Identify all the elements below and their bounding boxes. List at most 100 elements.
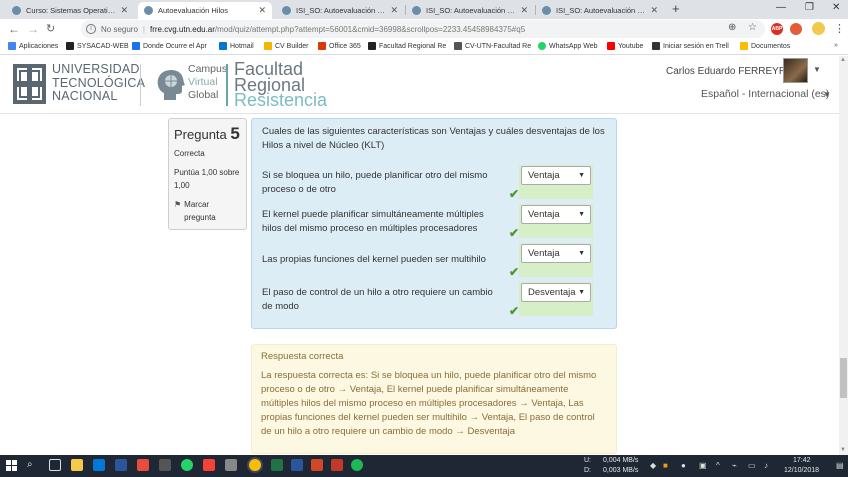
bookmark-donde-ocurre[interactable]: Donde Ocurre el Apr <box>132 42 207 50</box>
bookmark-cv-builder[interactable]: CV Builder <box>264 42 308 50</box>
bookmark-trello[interactable]: Iniciar sesión en Trell <box>652 42 729 50</box>
tray-app-icon[interactable]: ▣ <box>699 461 707 470</box>
correct-check-icon: ✔ <box>509 265 520 279</box>
language-caret-icon[interactable]: ▼ <box>823 90 831 99</box>
maximize-icon[interactable]: ❐ <box>805 2 814 13</box>
volume-icon[interactable]: ♪ <box>764 461 768 470</box>
bookmark-cv-utn[interactable]: CV-UTN-Facultad Re <box>454 42 531 50</box>
clock-date[interactable]: 12/10/2018 <box>784 467 819 474</box>
close-tab-icon[interactable]: ✕ <box>120 5 128 16</box>
correct-check-icon: ✔ <box>509 226 520 240</box>
minimize-icon[interactable]: — <box>776 2 786 13</box>
bookmark-favicon-icon <box>454 42 462 50</box>
utn-logo-icon[interactable] <box>13 64 46 104</box>
store-icon[interactable] <box>115 459 127 471</box>
show-hidden-icons-icon[interactable]: ^ <box>716 461 720 470</box>
app-icon[interactable] <box>137 459 149 471</box>
edge-icon[interactable] <box>93 459 105 471</box>
clock-time[interactable]: 17:42 <box>793 457 811 464</box>
bookmark-favicon-icon <box>132 42 140 50</box>
security-label: No seguro <box>101 24 138 34</box>
whatsapp-icon[interactable] <box>181 459 193 471</box>
answer-select[interactable]: Ventaja ▼ <box>521 205 591 224</box>
extension-icon[interactable] <box>790 23 802 35</box>
tray-app-icon[interactable]: ● <box>681 461 686 470</box>
user-avatar[interactable] <box>783 58 808 83</box>
bookmark-aplicaciones[interactable]: Aplicaciones <box>8 42 58 50</box>
browser-toolbar: ← → ↻ i No seguro | frre.cvg.utn.edu.ar /… <box>0 19 848 39</box>
tab-autoevaluacion-hilos[interactable]: Autoevaluación Hilos ✕ <box>138 2 272 19</box>
flag-icon[interactable]: ⚑ <box>174 198 181 224</box>
chrome-icon[interactable] <box>249 459 261 471</box>
scroll-up-icon[interactable]: ▲ <box>840 57 846 63</box>
answer-select[interactable]: Ventaja ▼ <box>521 166 591 185</box>
net-down-speed: 0,003 MB/s <box>603 467 639 474</box>
bookmark-office365[interactable]: Office 365 <box>318 42 361 50</box>
profile-icon[interactable] <box>812 22 825 35</box>
bookmark-facultad-regional[interactable]: Facultad Regional Re <box>368 42 446 50</box>
app-icon[interactable] <box>225 459 237 471</box>
user-name[interactable]: Carlos Eduardo FERREYRA <box>666 66 793 77</box>
zoom-icon[interactable]: ⊕ <box>728 22 736 33</box>
back-arrow-icon[interactable]: ← <box>8 22 20 36</box>
word-icon[interactable] <box>291 459 303 471</box>
close-tab-icon[interactable]: ✕ <box>390 5 398 16</box>
tab-label: ISI_SO: Autoevaluación 2 de Mem <box>426 6 516 15</box>
match-statement: El kernel puede planificar simultáneamen… <box>262 209 484 234</box>
adblock-icon[interactable]: ABP <box>771 23 783 35</box>
task-view-icon[interactable] <box>49 459 61 471</box>
bookmark-star-icon[interactable]: ☆ <box>748 22 757 33</box>
tab-autoevaluacion-3[interactable]: ISI_SO: Autoevaluación 3 de Adm ✕ <box>536 2 664 19</box>
bookmark-documentos[interactable]: Documentos <box>740 42 790 50</box>
reload-icon[interactable]: ↻ <box>46 22 55 35</box>
powerpoint-icon[interactable] <box>311 459 323 471</box>
notifications-icon[interactable]: ▤ <box>836 461 844 470</box>
campus-virtual-logo: Campus Virtual Global <box>188 63 228 101</box>
search-icon[interactable]: ⌕ <box>27 459 33 470</box>
tray-app-icon[interactable]: ■ <box>663 461 668 470</box>
moodle-favicon-icon <box>12 6 21 15</box>
scroll-down-icon[interactable]: ▼ <box>840 447 846 453</box>
bookmark-youtube[interactable]: Youtube <box>607 42 643 50</box>
info-icon[interactable]: i <box>86 24 96 34</box>
user-menu-caret-icon[interactable]: ▼ <box>813 65 821 74</box>
apps-grid-icon <box>8 42 16 50</box>
pdf-icon[interactable] <box>331 459 343 471</box>
whatsapp-icon <box>538 42 546 50</box>
new-tab-icon[interactable]: + <box>672 1 680 16</box>
app-icon[interactable] <box>159 459 171 471</box>
language-selector[interactable]: Español - Internacional (es) <box>701 88 829 100</box>
windows-start-icon[interactable] <box>6 460 17 471</box>
windows-taskbar <box>0 455 848 477</box>
close-tab-icon[interactable]: ✕ <box>650 5 658 16</box>
bookmark-whatsapp[interactable]: WhatsApp Web <box>538 42 598 50</box>
answer-select[interactable]: Desventaja ▼ <box>521 283 591 302</box>
file-explorer-icon[interactable] <box>71 459 83 471</box>
network-icon[interactable]: ⌁ <box>732 461 737 470</box>
battery-icon[interactable]: ▭ <box>748 461 756 470</box>
tab-curso[interactable]: Curso: Sistemas Operativos ✕ <box>6 2 134 19</box>
university-name: UNIVERSIDAD TECNOLÓGICA NACIONAL <box>52 62 146 103</box>
tab-autoevaluacion-2[interactable]: ISI_SO: Autoevaluación 2 de Mem ✕ <box>406 2 534 19</box>
close-window-icon[interactable]: ✕ <box>832 2 840 13</box>
forward-arrow-icon[interactable]: → <box>27 22 39 36</box>
flag-question-link[interactable]: ⚑ Marcar pregunta <box>174 198 241 224</box>
tab-autoevaluacion-1[interactable]: ISI_SO: Autoevaluación 1 de Adm ✕ <box>276 2 404 19</box>
close-tab-icon[interactable]: ✕ <box>258 5 266 16</box>
question-number: Pregunta 5 <box>174 124 240 143</box>
menu-dots-icon[interactable]: ⋮ <box>834 22 845 35</box>
more-bookmarks-icon[interactable]: » <box>834 42 838 49</box>
app-icon[interactable] <box>203 459 215 471</box>
question-text: Cuales de las siguientes características… <box>262 126 605 151</box>
faculty-accent-bar <box>226 64 228 106</box>
spotify-icon[interactable] <box>351 459 363 471</box>
answer-select[interactable]: Ventaja ▼ <box>521 244 591 263</box>
bookmark-favicon-icon <box>264 42 272 50</box>
close-tab-icon[interactable]: ✕ <box>520 5 528 16</box>
tray-app-icon[interactable]: ◆ <box>650 461 656 470</box>
bookmark-sysacad[interactable]: SYSACAD-WEB <box>66 42 129 50</box>
scrollbar-thumb[interactable] <box>840 358 847 398</box>
excel-icon[interactable] <box>271 459 283 471</box>
bookmark-hotmail[interactable]: Hotmail <box>219 42 254 50</box>
address-bar[interactable]: i No seguro | frre.cvg.utn.edu.ar/mod/qu… <box>81 20 765 38</box>
